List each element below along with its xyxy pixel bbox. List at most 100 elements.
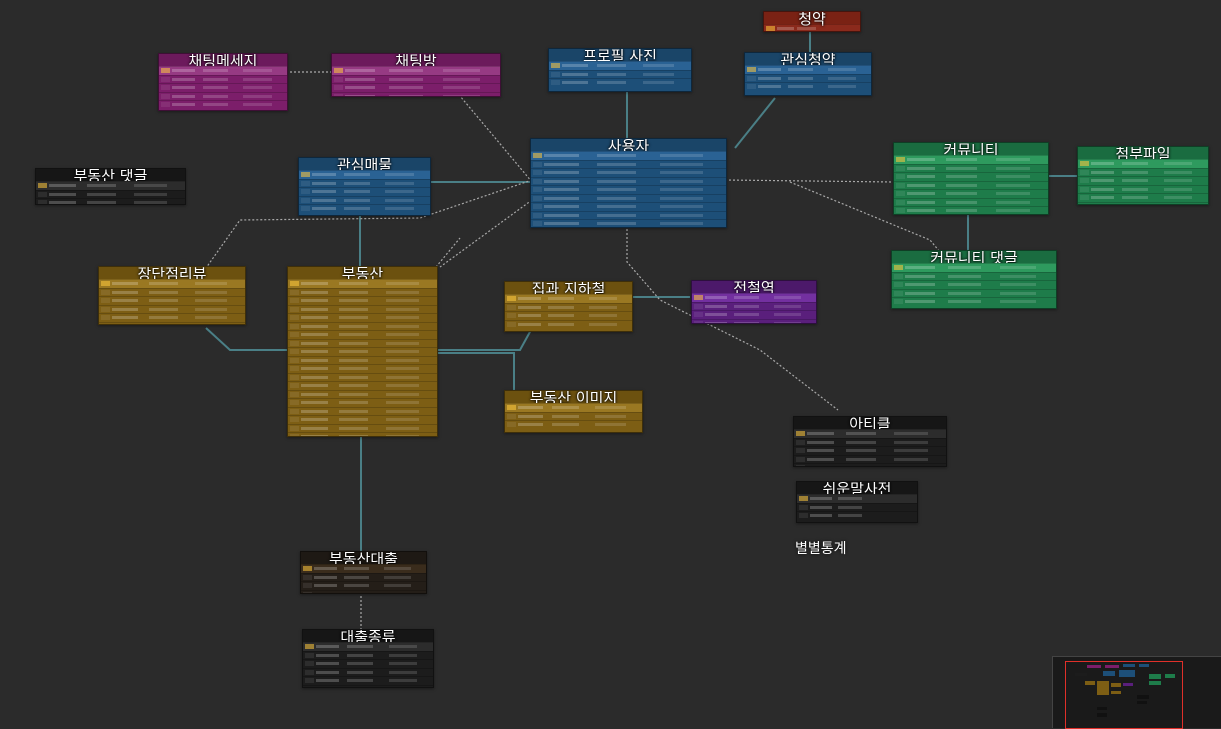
table-column-row[interactable] bbox=[794, 463, 946, 466]
table-column-row[interactable] bbox=[159, 66, 287, 75]
table-glossary[interactable]: 쉬운말사전 bbox=[796, 481, 918, 523]
table-column-row[interactable] bbox=[303, 650, 433, 660]
table-column-row[interactable] bbox=[531, 228, 726, 229]
table-column-row[interactable] bbox=[159, 100, 287, 109]
erd-canvas[interactable]: 채팅메세지 채팅방 프로필 사진 청약관심청약사용자 관심매물부동산 댓글 커뮤니티 첨부파… bbox=[0, 0, 1221, 729]
table-column-row[interactable] bbox=[288, 296, 437, 305]
table-column-row[interactable] bbox=[894, 163, 1048, 173]
table-header[interactable]: 첨부파일 bbox=[1078, 147, 1208, 163]
table-column-row[interactable] bbox=[159, 74, 287, 84]
table-header[interactable]: 프로필 사진 bbox=[549, 49, 691, 65]
table-column-row[interactable] bbox=[288, 321, 437, 331]
table-column-row[interactable] bbox=[332, 83, 500, 92]
table-column-row[interactable] bbox=[36, 198, 185, 204]
table-user[interactable]: 사용자 bbox=[530, 138, 727, 228]
table-header[interactable]: 장단점리뷰 bbox=[99, 267, 245, 283]
table-comm-comment[interactable]: 커뮤니티 댓글 bbox=[891, 250, 1057, 309]
table-column-row[interactable] bbox=[303, 667, 433, 677]
table-column-row[interactable] bbox=[288, 355, 437, 365]
table-column-row[interactable] bbox=[288, 372, 437, 382]
table-column-row[interactable] bbox=[892, 297, 1056, 306]
table-column-row[interactable] bbox=[159, 91, 287, 101]
table-column-row[interactable] bbox=[892, 288, 1056, 298]
table-column-row[interactable] bbox=[505, 302, 632, 312]
table-column-row[interactable] bbox=[797, 502, 917, 512]
table-article[interactable]: 아티클 bbox=[793, 416, 947, 467]
table-header[interactable]: 부동산 이미지 bbox=[505, 391, 642, 407]
table-fav-contract[interactable]: 관심청약 bbox=[744, 52, 872, 96]
table-header[interactable]: 대출종류 bbox=[303, 630, 433, 646]
table-column-row[interactable] bbox=[1078, 167, 1208, 177]
table-column-row[interactable] bbox=[894, 180, 1048, 190]
table-header[interactable]: 채팅메세지 bbox=[159, 54, 287, 70]
table-chat-msg[interactable]: 채팅메세지 bbox=[158, 53, 288, 111]
table-column-row[interactable] bbox=[99, 287, 245, 297]
table-column-row[interactable] bbox=[288, 313, 437, 322]
table-column-row[interactable] bbox=[288, 398, 437, 407]
table-column-row[interactable] bbox=[1078, 193, 1208, 202]
table-column-row[interactable] bbox=[1078, 184, 1208, 194]
table-loan-type[interactable]: 대출종류 bbox=[302, 629, 434, 688]
table-header[interactable]: 쉬운말사전 bbox=[797, 482, 917, 498]
table-column-row[interactable] bbox=[692, 310, 816, 319]
table-contract[interactable]: 청약 bbox=[763, 11, 861, 32]
table-column-row[interactable] bbox=[894, 206, 1048, 214]
table-header[interactable]: 부동산 댓글 bbox=[36, 169, 185, 185]
table-column-row[interactable] bbox=[794, 437, 946, 447]
table-column-row[interactable] bbox=[745, 73, 871, 83]
table-column-row[interactable] bbox=[505, 411, 642, 421]
table-column-row[interactable] bbox=[531, 176, 726, 186]
table-column-row[interactable] bbox=[1078, 176, 1208, 185]
table-column-row[interactable] bbox=[303, 642, 433, 651]
table-column-row[interactable] bbox=[159, 83, 287, 92]
table-column-row[interactable] bbox=[892, 280, 1056, 289]
table-column-row[interactable] bbox=[531, 159, 726, 169]
table-header[interactable]: 전철역 bbox=[692, 281, 816, 297]
table-header[interactable]: 부동산대출 bbox=[301, 552, 426, 568]
table-column-row[interactable] bbox=[531, 202, 726, 211]
table-header[interactable]: 관심매물 bbox=[299, 158, 430, 174]
table-header[interactable]: 채팅방 bbox=[332, 54, 500, 70]
table-header[interactable]: 집과 지하철 bbox=[505, 282, 632, 298]
table-chat-room[interactable]: 채팅방 bbox=[331, 53, 501, 97]
table-column-row[interactable] bbox=[288, 381, 437, 390]
table-column-row[interactable] bbox=[99, 279, 245, 288]
table-column-row[interactable] bbox=[303, 659, 433, 668]
table-column-row[interactable] bbox=[288, 389, 437, 399]
table-column-row[interactable] bbox=[892, 263, 1056, 272]
table-column-row[interactable] bbox=[894, 172, 1048, 181]
table-column-row[interactable] bbox=[894, 197, 1048, 207]
table-attach[interactable]: 첨부파일 bbox=[1077, 146, 1209, 205]
table-column-row[interactable] bbox=[288, 432, 437, 436]
table-community[interactable]: 커뮤니티 bbox=[893, 142, 1049, 215]
table-column-row[interactable] bbox=[505, 294, 632, 303]
table-column-row[interactable] bbox=[301, 581, 426, 590]
table-re-comment[interactable]: 부동산 댓글 bbox=[35, 168, 186, 205]
table-column-row[interactable] bbox=[797, 511, 917, 520]
table-column-row[interactable] bbox=[797, 494, 917, 503]
table-re-image[interactable]: 부동산 이미지 bbox=[504, 390, 643, 433]
table-column-row[interactable] bbox=[303, 684, 433, 687]
table-column-row[interactable] bbox=[288, 279, 437, 288]
table-column-row[interactable] bbox=[36, 181, 185, 190]
table-column-row[interactable] bbox=[288, 423, 437, 433]
table-column-row[interactable] bbox=[531, 193, 726, 203]
table-header[interactable]: 커뮤니티 댓글 bbox=[892, 251, 1056, 267]
stats-label[interactable]: 별별통계 bbox=[795, 538, 847, 558]
table-house-subway[interactable]: 집과 지하철 bbox=[504, 281, 633, 332]
table-column-row[interactable] bbox=[288, 347, 437, 356]
table-column-row[interactable] bbox=[301, 564, 426, 573]
table-header[interactable]: 커뮤니티 bbox=[894, 143, 1048, 159]
table-loan[interactable]: 부동산대출 bbox=[300, 551, 427, 594]
table-column-row[interactable] bbox=[894, 215, 1048, 216]
table-column-row[interactable] bbox=[299, 187, 430, 196]
table-column-row[interactable] bbox=[332, 66, 500, 75]
table-column-row[interactable] bbox=[288, 415, 437, 424]
table-column-row[interactable] bbox=[288, 287, 437, 297]
table-column-row[interactable] bbox=[764, 24, 860, 31]
table-column-row[interactable] bbox=[892, 271, 1056, 281]
table-column-row[interactable] bbox=[531, 219, 726, 227]
table-column-row[interactable] bbox=[549, 69, 691, 79]
table-column-row[interactable] bbox=[99, 304, 245, 314]
table-column-row[interactable] bbox=[299, 204, 430, 213]
